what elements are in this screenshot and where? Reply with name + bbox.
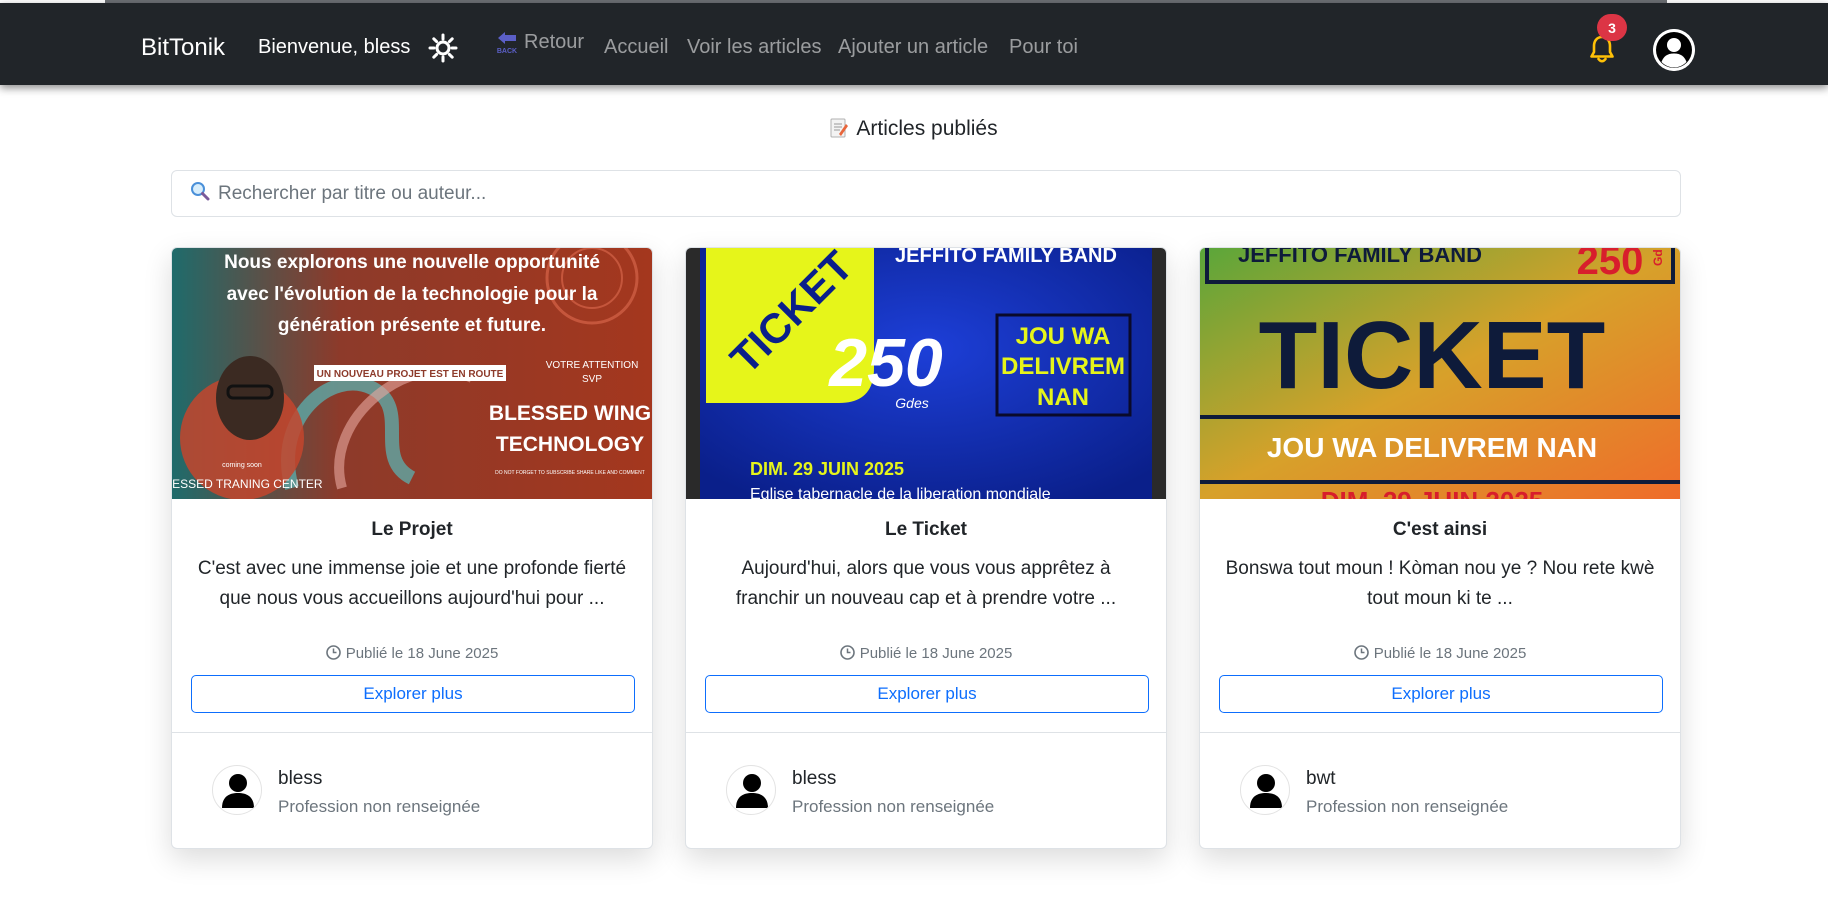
navbar: BitTonik Bienvenue, bless BACK Retour Ac… [0, 3, 1828, 85]
user-avatar-icon[interactable] [1653, 29, 1695, 71]
image-currency: Gd [1651, 249, 1665, 266]
back-link[interactable]: BACK Retour [496, 30, 585, 56]
article-card: JEFFITO FAMILY BAND 250 Gd TICKET JOU WA… [1199, 247, 1681, 849]
author-name[interactable]: bless [792, 768, 836, 790]
brand-logo[interactable]: BitTonik [141, 34, 225, 62]
nav-link-ajouter-article[interactable]: Ajouter un article [838, 36, 988, 59]
image-place: Eglise tabernacle de la liberation mondi… [750, 486, 1051, 499]
image-footer: DO NOT FORGET TO SUBSCRIBE SHARE LIKE AN… [495, 470, 645, 476]
image-currency: Gdes [895, 395, 928, 411]
image-coming: coming soon [222, 462, 262, 469]
image-headline: avec l'évolution de la technologie pour … [227, 284, 598, 305]
article-date: Publié le 18 June 2025 [686, 645, 1166, 662]
back-arrow-icon: BACK [496, 30, 518, 55]
article-card: TICKET JEFFITO FAMILY BAND 250 Gdes JOU … [685, 247, 1167, 849]
image-brand: BLESSED WING [489, 402, 651, 425]
nav-link-voir-articles[interactable]: Voir les articles [687, 36, 822, 59]
memo-icon [830, 118, 849, 138]
article-image[interactable]: Nous explorons une nouvelle opportunité … [172, 248, 652, 499]
image-attention: VOTRE ATTENTION [546, 360, 639, 371]
article-date-text: Publié le 18 June 2025 [859, 645, 1013, 662]
search-input[interactable] [218, 182, 1618, 205]
notification-badge: 3 [1597, 14, 1627, 41]
image-price: 250 [827, 325, 943, 401]
author-avatar-icon[interactable] [212, 765, 262, 815]
clock-icon [1353, 645, 1369, 660]
image-attention: SVP [582, 374, 602, 385]
image-box-text: JOU WA [1016, 323, 1111, 350]
explore-button[interactable]: Explorer plus [1219, 675, 1663, 713]
article-title: Le Ticket [884, 519, 968, 540]
image-headline: Nous explorons une nouvelle opportunité [224, 252, 600, 273]
svg-text:BACK: BACK [497, 48, 517, 55]
article-excerpt: Aujourd'hui, alors que vous vous apprête… [735, 558, 1117, 609]
nav-link-accueil[interactable]: Accueil [604, 36, 668, 59]
article-date-text: Publié le 18 June 2025 [1373, 645, 1527, 662]
article-date: Publié le 18 June 2025 [172, 645, 652, 662]
sun-icon[interactable] [428, 33, 458, 63]
image-headline: génération présente et future. [278, 315, 546, 336]
author-profession: Profession non renseignée [1306, 797, 1509, 816]
page-title-text: Articles publiés [856, 117, 998, 140]
clock-icon [325, 645, 341, 660]
card-divider [1200, 732, 1680, 733]
author-name[interactable]: bless [278, 768, 322, 790]
card-divider [172, 732, 652, 733]
article-image[interactable]: JEFFITO FAMILY BAND 250 Gd TICKET JOU WA… [1200, 248, 1680, 499]
article-excerpt: C'est avec une immense joie et une profo… [197, 558, 627, 609]
search-box [171, 170, 1681, 217]
author-avatar-icon[interactable] [726, 765, 776, 815]
article-date-text: Publié le 18 June 2025 [345, 645, 499, 662]
image-date: DIM. 29 JUIN 2025 [1321, 486, 1544, 499]
article-date: Publié le 18 June 2025 [1200, 645, 1680, 662]
author-avatar-icon[interactable] [1240, 765, 1290, 815]
welcome-text: Bienvenue, bless [258, 36, 411, 58]
back-label: Retour [524, 30, 585, 53]
article-image[interactable]: TICKET JEFFITO FAMILY BAND 250 Gdes JOU … [686, 248, 1166, 499]
image-slogan: JOU WA DELIVREM NAN [1267, 432, 1597, 463]
image-brand: TECHNOLOGY [496, 433, 644, 456]
author-name[interactable]: bwt [1306, 768, 1336, 790]
image-center: BLESSED TRANING CENTER [172, 477, 323, 491]
author-profession: Profession non renseignée [792, 797, 995, 816]
image-band: JEFFITO FAMILY BAND [1238, 248, 1482, 267]
nav-link-pour-toi[interactable]: Pour toi [1009, 36, 1078, 59]
card-divider [686, 732, 1166, 733]
article-excerpt: Bonswa tout moun ! Kòman nou ye ? Nou re… [1225, 558, 1655, 609]
explore-button[interactable]: Explorer plus [705, 675, 1149, 713]
article-title: C'est ainsi [1392, 519, 1488, 540]
image-date: DIM. 29 JUIN 2025 [750, 459, 904, 479]
article-title: Le Projet [371, 519, 453, 540]
article-card: Nous explorons une nouvelle opportunité … [171, 247, 653, 849]
clock-icon [839, 645, 855, 660]
image-band: JEFFITO FAMILY BAND [895, 248, 1117, 267]
author-profession: Profession non renseignée [278, 797, 481, 816]
magnifier-icon [190, 181, 210, 206]
image-box-text: DELIVREM [1001, 353, 1125, 380]
image-ticket: TICKET [1259, 302, 1606, 409]
page-title: Articles publiés [0, 117, 1828, 141]
explore-button[interactable]: Explorer plus [191, 675, 635, 713]
image-banner: UN NOUVEAU PROJET EST EN ROUTE [317, 369, 504, 380]
image-price: 250 [1577, 248, 1644, 283]
image-box-text: NAN [1037, 384, 1089, 411]
